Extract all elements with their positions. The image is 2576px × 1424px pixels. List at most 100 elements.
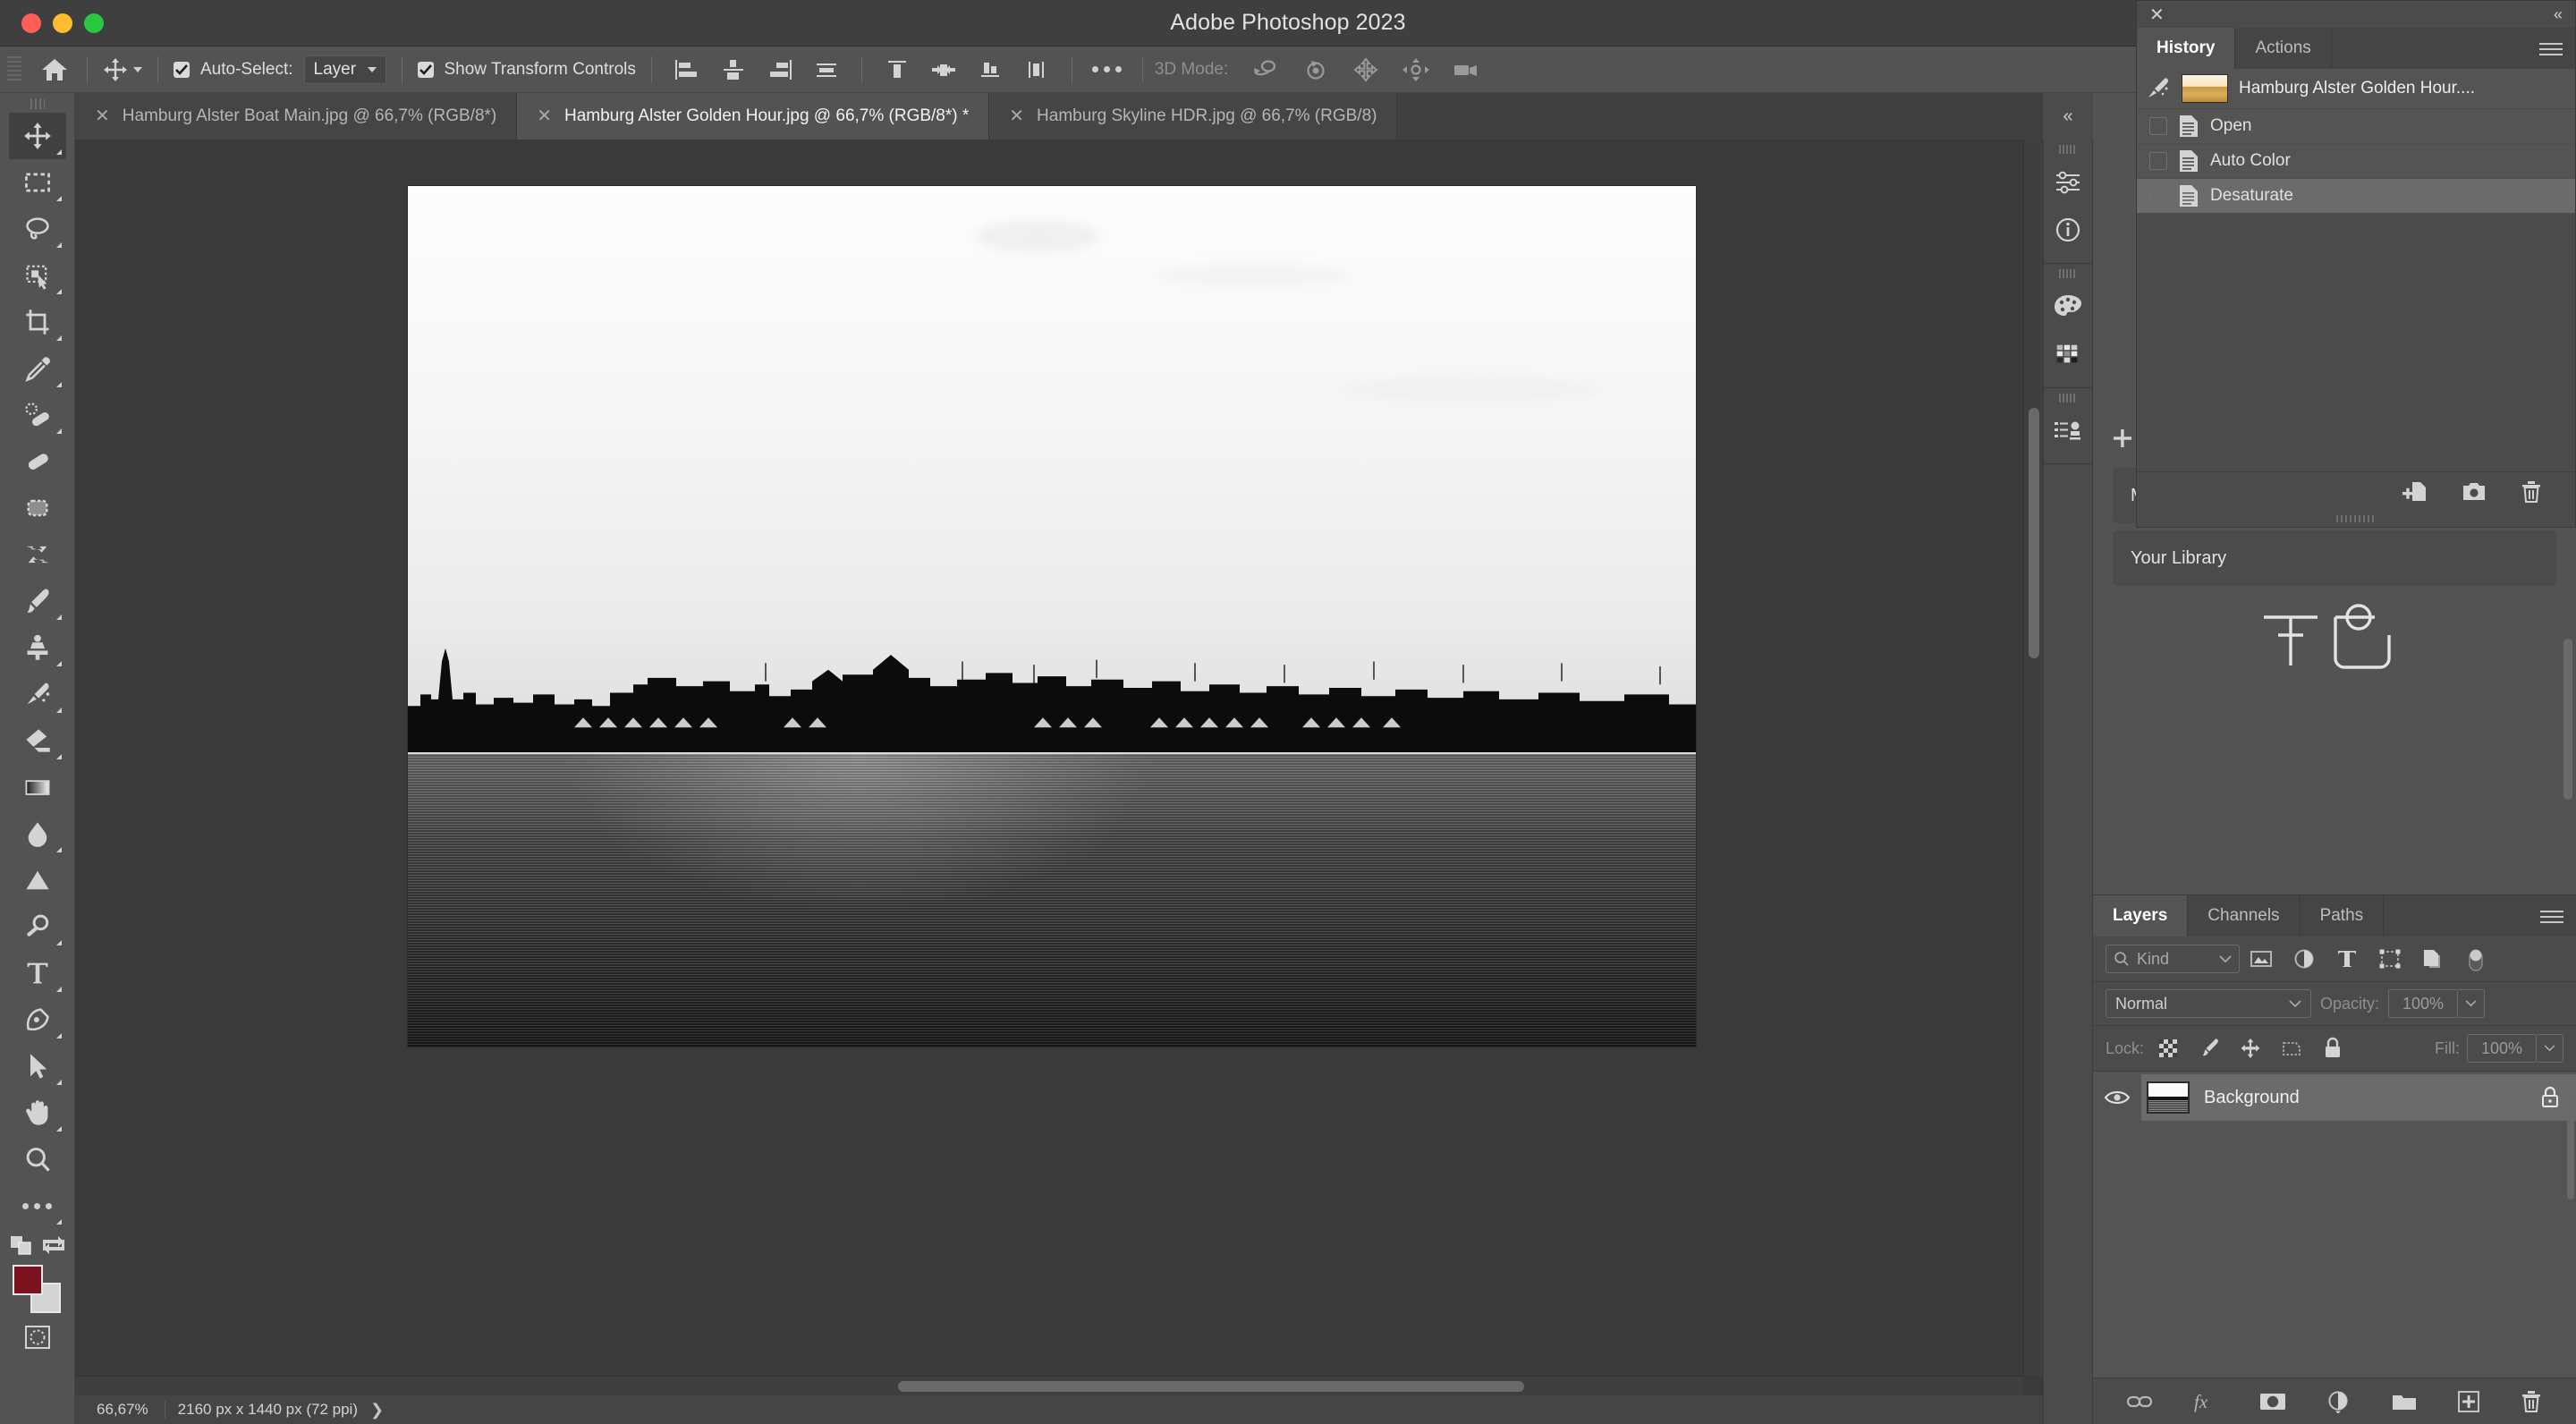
distribute-left-edges-icon[interactable] — [1013, 52, 1060, 88]
history-state-0[interactable]: Open — [2137, 109, 2575, 144]
layer-lock-icon[interactable] — [2540, 1086, 2560, 1109]
tool-flyout-triangle-icon[interactable] — [55, 428, 62, 434]
crop-tool[interactable] — [9, 299, 66, 345]
tab-channels[interactable]: Channels — [2188, 895, 2301, 937]
tab-actions[interactable]: Actions — [2235, 28, 2332, 69]
distribute-bottom-edges-icon[interactable] — [967, 52, 1013, 88]
align-right-edges-icon[interactable] — [757, 52, 803, 88]
quick-mask-icon[interactable] — [22, 1324, 53, 1351]
history-state-checkbox[interactable] — [2149, 117, 2167, 135]
healing-brush-tool[interactable] — [9, 438, 66, 485]
orbit-3d-icon[interactable] — [1241, 52, 1291, 88]
canvas-horizontal-scrollbar[interactable] — [75, 1376, 2023, 1395]
tool-flyout-triangle-icon[interactable] — [55, 1080, 62, 1085]
filter-toggle-icon[interactable] — [2454, 944, 2497, 974]
scrollbar-thumb[interactable] — [898, 1381, 1524, 1392]
document-tab-1[interactable]: ✕ Hamburg Alster Golden Hour.jpg @ 66,7%… — [517, 93, 990, 140]
more-options-ellipsis-icon[interactable] — [1084, 52, 1131, 88]
canvas-area[interactable] — [75, 140, 2043, 1395]
move-tool[interactable] — [8, 113, 66, 159]
shape-layer-filter-icon[interactable] — [2368, 944, 2411, 974]
rail-grip[interactable] — [2059, 145, 2077, 154]
tool-flyout-triangle-icon[interactable] — [55, 987, 62, 992]
history-panel-resize-grip[interactable] — [2137, 511, 2575, 527]
document-image[interactable] — [408, 186, 1696, 1047]
history-state-checkbox[interactable] — [2149, 187, 2167, 205]
eraser-tool[interactable] — [9, 717, 66, 764]
tool-flyout-triangle-icon[interactable] — [55, 382, 62, 387]
path-selection-tool[interactable] — [9, 1043, 66, 1089]
tool-flyout-triangle-icon[interactable] — [55, 847, 62, 852]
libraries-scrollbar-thumb[interactable] — [2563, 639, 2572, 800]
delete-icon[interactable] — [2520, 479, 2543, 504]
new-group-icon[interactable] — [2391, 1391, 2418, 1412]
library-item-1[interactable]: Your Library — [2113, 530, 2556, 586]
tool-flyout-triangle-icon[interactable] — [55, 1033, 62, 1038]
camera-3d-icon[interactable] — [1441, 52, 1491, 88]
zoom-window-button[interactable] — [84, 13, 104, 33]
layer-row-body[interactable]: Background — [2141, 1074, 2576, 1121]
smart-object-filter-icon[interactable] — [2411, 944, 2454, 974]
pixel-layer-filter-icon[interactable] — [2240, 944, 2283, 974]
tools-panel-grip[interactable] — [30, 98, 45, 109]
home-icon[interactable] — [34, 57, 75, 82]
brush-tool[interactable] — [9, 578, 66, 624]
rectangular-marquee-tool[interactable] — [9, 159, 66, 206]
close-icon[interactable]: ✕ — [95, 107, 110, 125]
align-top-edges-icon[interactable] — [803, 52, 850, 88]
history-brush-tool[interactable] — [9, 671, 66, 717]
history-state-1[interactable]: Auto Color — [2137, 144, 2575, 179]
lock-transparent-pixels-icon[interactable] — [2151, 1033, 2185, 1064]
close-icon[interactable]: ✕ — [1009, 107, 1024, 125]
sharpen-tool[interactable] — [9, 857, 66, 903]
lasso-tool[interactable] — [9, 206, 66, 252]
tool-flyout-triangle-icon[interactable] — [55, 149, 62, 155]
distribute-top-edges-icon[interactable] — [874, 52, 920, 88]
new-layer-icon[interactable] — [2457, 1390, 2480, 1413]
tab-paths[interactable]: Paths — [2300, 895, 2385, 937]
tool-flyout-triangle-icon[interactable] — [55, 708, 62, 713]
hand-tool[interactable] — [9, 1089, 66, 1136]
layers-scrollbar-thumb[interactable] — [2567, 1092, 2574, 1199]
auto-select-checkbox[interactable] — [174, 61, 190, 78]
tool-flyout-triangle-icon[interactable] — [55, 335, 62, 341]
object-selection-tool[interactable] — [9, 252, 66, 299]
zoom-level-field[interactable]: 66,67% — [75, 1401, 165, 1419]
styles-icon[interactable] — [2045, 406, 2091, 454]
new-adjustment-layer-icon[interactable] — [2326, 1390, 2351, 1413]
panel-collapse-button[interactable]: « — [2043, 93, 2093, 140]
scrollbar-thumb[interactable] — [2029, 408, 2039, 658]
tab-history[interactable]: History — [2137, 28, 2236, 69]
adjustments-icon[interactable] — [2045, 157, 2091, 206]
clone-stamp-tool[interactable] — [9, 624, 66, 671]
tool-flyout-triangle-icon[interactable] — [55, 754, 62, 759]
color-palette-icon[interactable] — [2045, 282, 2091, 330]
opacity-value[interactable]: 100% — [2388, 989, 2459, 1018]
link-layers-icon[interactable] — [2126, 1392, 2153, 1411]
zoom-tool[interactable] — [9, 1136, 66, 1182]
close-icon[interactable]: ✕ — [2149, 4, 2165, 26]
slide-3d-icon[interactable] — [1391, 52, 1441, 88]
type-tool[interactable] — [9, 950, 66, 996]
align-horizontal-centers-icon[interactable] — [710, 52, 757, 88]
history-snapshot-row[interactable]: Hamburg Alster Golden Hour.... — [2137, 69, 2575, 109]
pen-tool[interactable] — [9, 996, 66, 1043]
edit-toolbar-ellipsis-icon[interactable] — [9, 1182, 66, 1229]
patch-tool[interactable] — [9, 485, 66, 531]
close-window-button[interactable] — [21, 13, 41, 33]
options-bar-grip[interactable] — [7, 55, 21, 83]
fill-chevron-down-icon[interactable] — [2537, 1034, 2563, 1063]
dodge-tool[interactable] — [9, 903, 66, 950]
canvas-viewport[interactable] — [75, 140, 2023, 1376]
tool-flyout-triangle-icon[interactable] — [55, 1219, 62, 1225]
history-state-checkbox[interactable] — [2149, 152, 2167, 170]
type-layer-filter-icon[interactable] — [2326, 944, 2368, 974]
status-expand-chevron-right-icon[interactable]: ❯ — [370, 1401, 384, 1420]
show-transform-checkbox[interactable] — [417, 61, 434, 78]
roll-3d-icon[interactable] — [1291, 52, 1341, 88]
distribute-vertical-centers-icon[interactable] — [920, 52, 967, 88]
rail-grip[interactable] — [2059, 394, 2077, 403]
layer-row-background[interactable]: Background — [2093, 1072, 2576, 1123]
tool-flyout-triangle-icon[interactable] — [55, 1126, 62, 1132]
eyedropper-tool[interactable] — [9, 345, 66, 392]
